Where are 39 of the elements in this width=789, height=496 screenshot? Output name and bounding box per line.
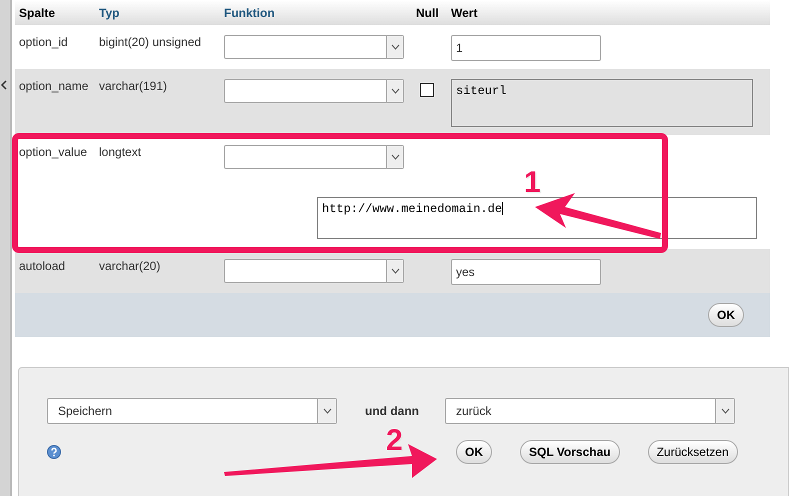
callout-number: 1	[524, 166, 541, 200]
sql-preview-button[interactable]: SQL Vorschau	[520, 440, 620, 464]
action-select[interactable]: Speichern	[47, 398, 337, 424]
function-select[interactable]	[224, 79, 404, 103]
column-header: Null	[412, 0, 447, 25]
column-name: autoload	[19, 259, 66, 273]
help-icon[interactable]	[47, 445, 61, 459]
caret-icon	[322, 408, 332, 414]
caret-icon	[390, 44, 400, 50]
column-header[interactable]: Typ	[95, 0, 220, 25]
column-header: Funktion	[220, 0, 412, 25]
column-type: varchar(191)	[99, 79, 168, 93]
caret-icon	[390, 268, 400, 274]
caret-icon	[390, 154, 400, 160]
function-select[interactable]	[224, 259, 404, 283]
column-name: option_value	[19, 145, 88, 159]
then-label: und dann	[365, 404, 419, 418]
column-type: longtext	[99, 145, 142, 159]
reset-button[interactable]: Zurücksetzen	[648, 440, 738, 464]
value-field[interactable]: yes	[451, 259, 601, 285]
column-header: Wert	[447, 0, 770, 25]
chevron-left-icon[interactable]	[0, 80, 8, 90]
function-select[interactable]	[224, 35, 404, 59]
caret-icon	[390, 88, 400, 94]
column-name: option_name	[19, 79, 88, 93]
after-select[interactable]: zurück	[445, 398, 735, 424]
value-textarea[interactable]: http://www.meinedomain.de	[317, 197, 757, 239]
value-field[interactable]: 1	[451, 35, 601, 61]
column-name: option_id	[19, 35, 68, 49]
column-type: varchar(20)	[99, 259, 160, 273]
ok-button[interactable]: OK	[456, 440, 492, 464]
value-textarea[interactable]: siteurl	[451, 79, 753, 127]
callout-number: 2	[386, 424, 403, 458]
column-header[interactable]: Spalte	[15, 0, 95, 25]
ok-button[interactable]: OK	[708, 303, 744, 327]
caret-icon	[720, 408, 730, 414]
function-select[interactable]	[224, 145, 404, 169]
column-type: bigint(20) unsigned	[99, 35, 202, 49]
null-checkbox[interactable]	[420, 83, 434, 97]
